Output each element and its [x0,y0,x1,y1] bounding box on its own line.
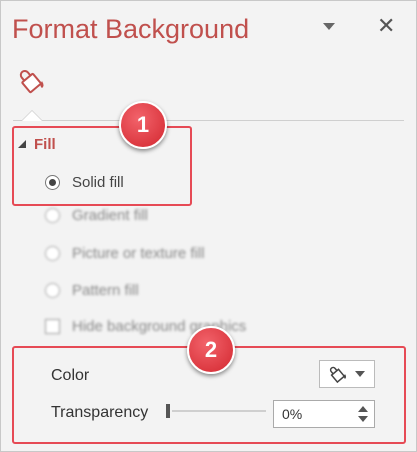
callout-badge-1: 1 [119,101,167,149]
gradient-fill-label: Gradient fill [72,207,148,224]
radio-icon [45,208,60,223]
pattern-fill-radio[interactable]: Pattern fill [45,282,139,299]
divider [13,120,404,121]
tab-indicator-inner [22,111,42,121]
pattern-fill-label: Pattern fill [72,282,139,299]
paint-bucket-icon[interactable] [17,65,49,97]
radio-icon [45,283,60,298]
callout-box-1 [12,126,192,206]
radio-icon [45,246,60,261]
pane-title: Format Background [12,14,250,44]
callout-badge-2: 2 [187,326,235,374]
checkbox-icon [45,319,60,334]
picture-fill-label: Picture or texture fill [72,245,205,262]
gradient-fill-radio[interactable]: Gradient fill [45,207,148,224]
chevron-down-icon[interactable] [323,23,335,30]
picture-fill-radio[interactable]: Picture or texture fill [45,245,205,262]
close-icon[interactable]: ✕ [377,13,395,39]
